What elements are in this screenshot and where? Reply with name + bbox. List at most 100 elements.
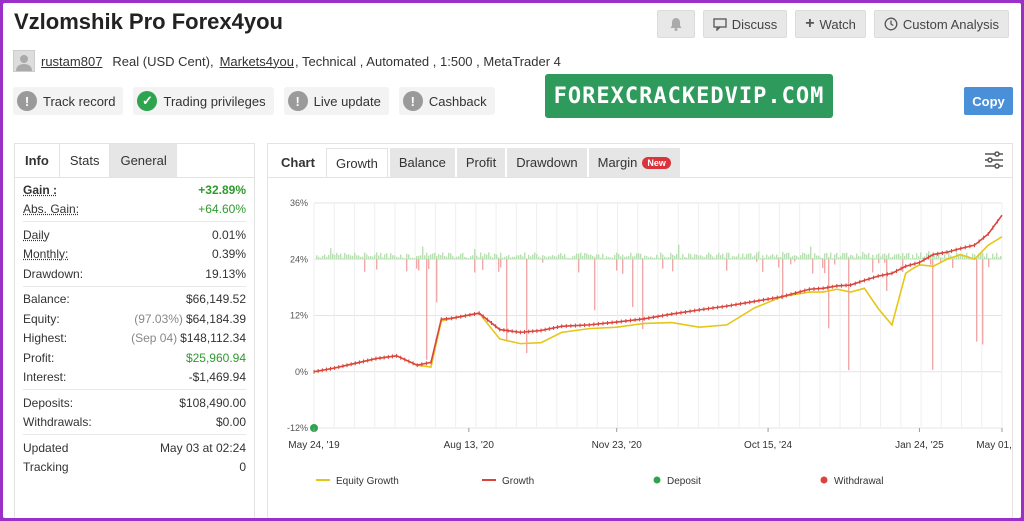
histogram-bar — [888, 253, 890, 260]
copy-button[interactable]: Copy — [964, 87, 1013, 115]
histogram-bar — [604, 258, 606, 260]
stat-highest: Highest: (Sep 04) $148,112.34 — [23, 329, 246, 349]
histogram-bar — [816, 255, 818, 260]
histogram-bar — [502, 257, 504, 260]
histogram-bar — [728, 252, 730, 260]
tab-general[interactable]: General — [110, 144, 177, 177]
histogram-bar — [440, 255, 442, 260]
tab-chart[interactable]: Chart — [272, 148, 324, 177]
stat-label: Profit: — [23, 350, 55, 365]
histogram-bar — [460, 253, 462, 260]
live-update-badge[interactable]: ! Live update — [283, 87, 389, 115]
histogram-bar — [900, 255, 902, 260]
histogram-bar — [896, 254, 898, 260]
tab-margin[interactable]: Margin New — [588, 148, 680, 177]
stat-daily: Daily 0.01% — [23, 225, 246, 245]
histogram-bar — [762, 259, 764, 272]
histogram-bar — [494, 253, 496, 260]
histogram-bar — [738, 253, 740, 260]
x-tick-label: May 01, '25 — [976, 440, 1012, 451]
histogram-bar — [920, 252, 922, 260]
histogram-bar — [942, 257, 944, 260]
tab-info[interactable]: Info — [15, 144, 59, 177]
histogram-bar — [630, 252, 632, 260]
tab-drawdown[interactable]: Drawdown — [507, 148, 587, 177]
histogram-bar — [366, 254, 368, 260]
track-record-badge[interactable]: ! Track record — [13, 87, 124, 115]
histogram-bar — [474, 249, 476, 260]
histogram-bar — [850, 254, 852, 260]
histogram-bar — [320, 257, 322, 260]
histogram-bar — [534, 252, 536, 260]
broker-link[interactable]: Markets4you — [220, 54, 294, 69]
histogram-bar — [914, 257, 916, 260]
histogram-bar — [776, 254, 778, 260]
histogram-bar — [428, 259, 430, 270]
histogram-bar — [632, 256, 634, 260]
stat-value: 0.39% — [211, 247, 246, 262]
histogram-bar — [600, 257, 602, 260]
histogram-bar — [496, 254, 498, 260]
histogram-bar — [768, 256, 770, 260]
histogram-bar — [340, 253, 342, 260]
histogram-bar — [844, 253, 846, 260]
legend-label: Equity Growth — [336, 476, 399, 487]
histogram-bar — [352, 255, 354, 260]
histogram-bar — [560, 253, 562, 260]
histogram-bar — [724, 257, 726, 260]
histogram-bar — [334, 254, 336, 260]
tab-margin-label: Margin — [597, 155, 638, 170]
histogram-bar — [536, 254, 538, 260]
avatar — [13, 50, 35, 72]
x-tick-label: Nov 23, '20 — [592, 440, 643, 451]
histogram-bar — [944, 254, 946, 260]
histogram-bar — [622, 254, 624, 260]
histogram-bar — [984, 256, 986, 260]
notifications-button[interactable] — [656, 10, 695, 38]
trading-privileges-badge[interactable]: ✓ Trading privileges — [133, 87, 274, 115]
divider — [23, 285, 246, 287]
histogram-bar — [846, 252, 848, 260]
custom-analysis-button[interactable]: Custom Analysis — [873, 10, 1009, 38]
tab-growth[interactable]: Growth — [325, 148, 388, 177]
histogram-bar — [894, 254, 896, 260]
stat-label: Interest: — [23, 370, 67, 385]
stats-list: Gain : +32.89% Abs. Gain: +64.60% Daily 0.0… — [15, 178, 254, 477]
exclamation-icon: ! — [17, 91, 37, 111]
histogram-bar — [576, 253, 578, 260]
chart-settings-button[interactable] — [984, 151, 1004, 174]
histogram-bar — [940, 257, 942, 260]
histogram-bar — [346, 254, 348, 260]
histogram-bar — [434, 252, 436, 260]
discuss-button[interactable]: Discuss — [702, 10, 788, 38]
histogram-bar — [860, 256, 862, 260]
histogram-bar — [848, 259, 850, 371]
histogram-bar — [364, 259, 366, 272]
histogram-bar — [602, 253, 604, 260]
tab-balance[interactable]: Balance — [389, 148, 455, 177]
histogram-bar — [498, 257, 500, 260]
histogram-bar — [518, 255, 520, 260]
histogram-bar — [406, 259, 408, 272]
histogram-bar — [824, 259, 826, 274]
histogram-bar — [574, 255, 576, 260]
stat-value: $25,960.94 — [185, 350, 246, 365]
stat-label: Drawdown: — [23, 266, 84, 281]
histogram-bar — [624, 256, 626, 260]
histogram-bar — [324, 254, 326, 260]
histogram-bar — [498, 259, 500, 272]
watch-button[interactable]: + Watch — [795, 10, 866, 38]
histogram-bar — [444, 255, 446, 260]
histogram-bar — [500, 259, 502, 268]
trading-privileges-label: Trading privileges — [163, 93, 266, 109]
histogram-bar — [626, 256, 628, 260]
cashback-badge[interactable]: ! Cashback — [398, 87, 495, 115]
histogram-bar — [680, 257, 682, 260]
tab-profit[interactable]: Profit — [456, 148, 506, 177]
histogram-bar — [468, 258, 470, 260]
histogram-bar — [484, 253, 486, 260]
histogram-bar — [666, 257, 668, 260]
user-link[interactable]: rustam807 — [41, 54, 102, 69]
histogram-bar — [740, 257, 742, 260]
tab-stats[interactable]: Stats — [58, 144, 111, 177]
